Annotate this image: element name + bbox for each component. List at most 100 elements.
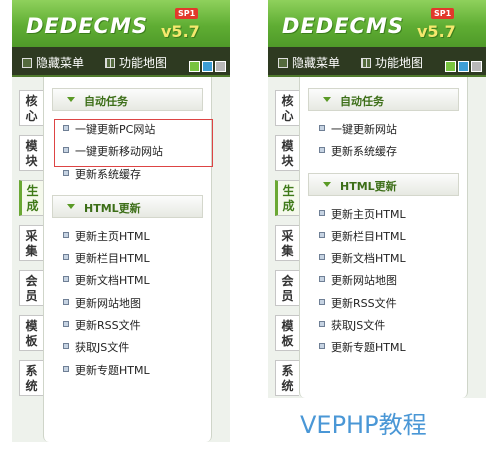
section-title: HTML更新: [340, 179, 397, 193]
theme-swatch-green[interactable]: [445, 61, 456, 72]
theme-swatches: [443, 57, 482, 76]
dedecms-logo: DEDECMS: [26, 14, 148, 38]
tab-core[interactable]: 核心: [19, 90, 43, 126]
bullet-icon: [319, 254, 325, 261]
panel-icon: [22, 58, 32, 68]
hide-menu-button[interactable]: 隐藏菜单: [278, 54, 340, 71]
tab-system[interactable]: 系统: [275, 360, 299, 396]
bullet-icon: [319, 276, 325, 283]
collapse-arrow-icon: [323, 97, 331, 102]
section-title: 自动任务: [340, 95, 384, 108]
collapse-arrow-icon: [67, 97, 75, 102]
tab-collect[interactable]: 采集: [275, 225, 299, 261]
menu-item-update-rss[interactable]: 更新RSS文件: [300, 291, 467, 313]
side-tabs: 核心 模块 生成 采集 会员 模板 系统: [19, 90, 43, 405]
highlight-box: [54, 119, 213, 167]
menu-item-update-sitemap[interactable]: 更新网站地图: [44, 291, 211, 313]
bullet-icon: [319, 343, 325, 350]
top-toolbar: 隐藏菜单 功能地图: [268, 47, 486, 77]
menu-item-label: 更新栏目HTML: [75, 252, 150, 266]
menu-item-update-home-html[interactable]: 更新主页HTML: [44, 224, 211, 246]
tab-generate[interactable]: 生成: [275, 180, 299, 216]
theme-swatch-blue[interactable]: [202, 61, 213, 72]
bullet-icon: [63, 254, 69, 261]
tab-generate[interactable]: 生成: [19, 180, 43, 216]
menu-item-label: 获取JS文件: [75, 341, 130, 355]
menu-item-label: 更新RSS文件: [75, 319, 141, 333]
section-title: HTML更新: [84, 201, 141, 215]
section-auto-tasks[interactable]: 自动任务: [52, 88, 203, 111]
theme-swatch-gray[interactable]: [215, 61, 226, 72]
section-title: 自动任务: [84, 95, 128, 108]
sp1-badge: SP1: [431, 8, 455, 19]
menu-item-label: 更新专题HTML: [331, 341, 406, 355]
bullet-icon: [319, 321, 325, 328]
side-tabs: 核心 模块 生成 采集 会员 模板 系统: [275, 90, 299, 405]
function-map-button[interactable]: 功能地图: [361, 54, 423, 71]
theme-swatch-green[interactable]: [189, 61, 200, 72]
section-auto-tasks[interactable]: 自动任务: [308, 88, 459, 111]
bullet-icon: [63, 321, 69, 328]
menu-item-update-home-html[interactable]: 更新主页HTML: [300, 202, 467, 224]
collapse-arrow-icon: [67, 203, 75, 209]
bullet-icon: [63, 169, 69, 176]
tab-member[interactable]: 会员: [19, 270, 43, 306]
menu-item-get-js[interactable]: 获取JS文件: [300, 313, 467, 335]
menu-item-update-topic-html[interactable]: 更新专题HTML: [44, 358, 211, 380]
tab-module[interactable]: 模块: [19, 135, 43, 171]
version-label: v5.7: [161, 22, 200, 41]
menu-item-update-doc-html[interactable]: 更新文档HTML: [44, 268, 211, 290]
tab-core[interactable]: 核心: [275, 90, 299, 126]
collapse-arrow-icon: [323, 181, 331, 187]
menu-item-label: 更新文档HTML: [75, 274, 150, 288]
menu-item-label: 更新系统缓存: [75, 167, 141, 181]
tab-collect[interactable]: 采集: [19, 225, 43, 261]
sp1-badge: SP1: [175, 8, 199, 19]
menu-item-update-column-html[interactable]: 更新栏目HTML: [44, 246, 211, 268]
section-html-update[interactable]: HTML更新: [52, 194, 203, 218]
hide-menu-label: 隐藏菜单: [36, 56, 85, 70]
menu-item-update-rss[interactable]: 更新RSS文件: [44, 313, 211, 335]
hide-menu-button[interactable]: 隐藏菜单: [22, 54, 84, 71]
menu-item-label: 更新网站地图: [75, 296, 141, 310]
bullet-icon: [319, 209, 325, 216]
menu-item-label: 获取JS文件: [331, 319, 386, 333]
function-map-label: 功能地图: [375, 56, 424, 70]
tab-member[interactable]: 会员: [275, 270, 299, 306]
menu-item-get-js[interactable]: 获取JS文件: [44, 335, 211, 357]
menu-item-label: 更新文档HTML: [331, 252, 406, 266]
menu-item-update-topic-html[interactable]: 更新专题HTML: [300, 335, 467, 357]
bullet-icon: [63, 231, 69, 238]
section-html-update[interactable]: HTML更新: [308, 172, 459, 196]
theme-swatches: [187, 57, 226, 76]
menu-item-label: 更新网站地图: [331, 274, 397, 288]
generate-menu: 自动任务 一键更新PC网站 一键更新移动网站 更新系统缓存 HTML更新 更新主…: [43, 77, 213, 442]
bullet-icon: [319, 147, 325, 154]
menu-item-update-sitemap[interactable]: 更新网站地图: [300, 268, 467, 290]
menu-item-update-column-html[interactable]: 更新栏目HTML: [300, 224, 467, 246]
watermark: VEPHP教程: [300, 411, 427, 439]
bullet-icon: [63, 298, 69, 305]
tab-template[interactable]: 模板: [19, 315, 43, 351]
menu-item-label: 更新RSS文件: [331, 296, 397, 310]
menu-item-label: 更新主页HTML: [75, 229, 150, 243]
panel-icon: [278, 58, 288, 68]
tab-template[interactable]: 模板: [275, 315, 299, 351]
bullet-icon: [319, 125, 325, 131]
tab-module[interactable]: 模块: [275, 135, 299, 171]
menu-item-label: 更新栏目HTML: [331, 229, 406, 243]
tab-system[interactable]: 系统: [19, 360, 43, 396]
menu-item-update-site[interactable]: 一键更新网站: [300, 117, 467, 139]
menu-item-label: 更新专题HTML: [75, 363, 150, 377]
grid-icon: [105, 58, 115, 68]
admin-panel-new: DEDECMS v5.7 SP1 隐藏菜单 功能地图 核心 模块 生成 采集 会…: [12, 0, 230, 442]
function-map-label: 功能地图: [119, 56, 168, 70]
bullet-icon: [63, 343, 69, 350]
menu-item-update-doc-html[interactable]: 更新文档HTML: [300, 246, 467, 268]
theme-swatch-gray[interactable]: [471, 61, 482, 72]
theme-swatch-blue[interactable]: [458, 61, 469, 72]
bullet-icon: [63, 365, 69, 372]
function-map-button[interactable]: 功能地图: [105, 54, 167, 71]
menu-item-update-cache[interactable]: 更新系统缓存: [300, 139, 467, 161]
bullet-icon: [319, 231, 325, 238]
